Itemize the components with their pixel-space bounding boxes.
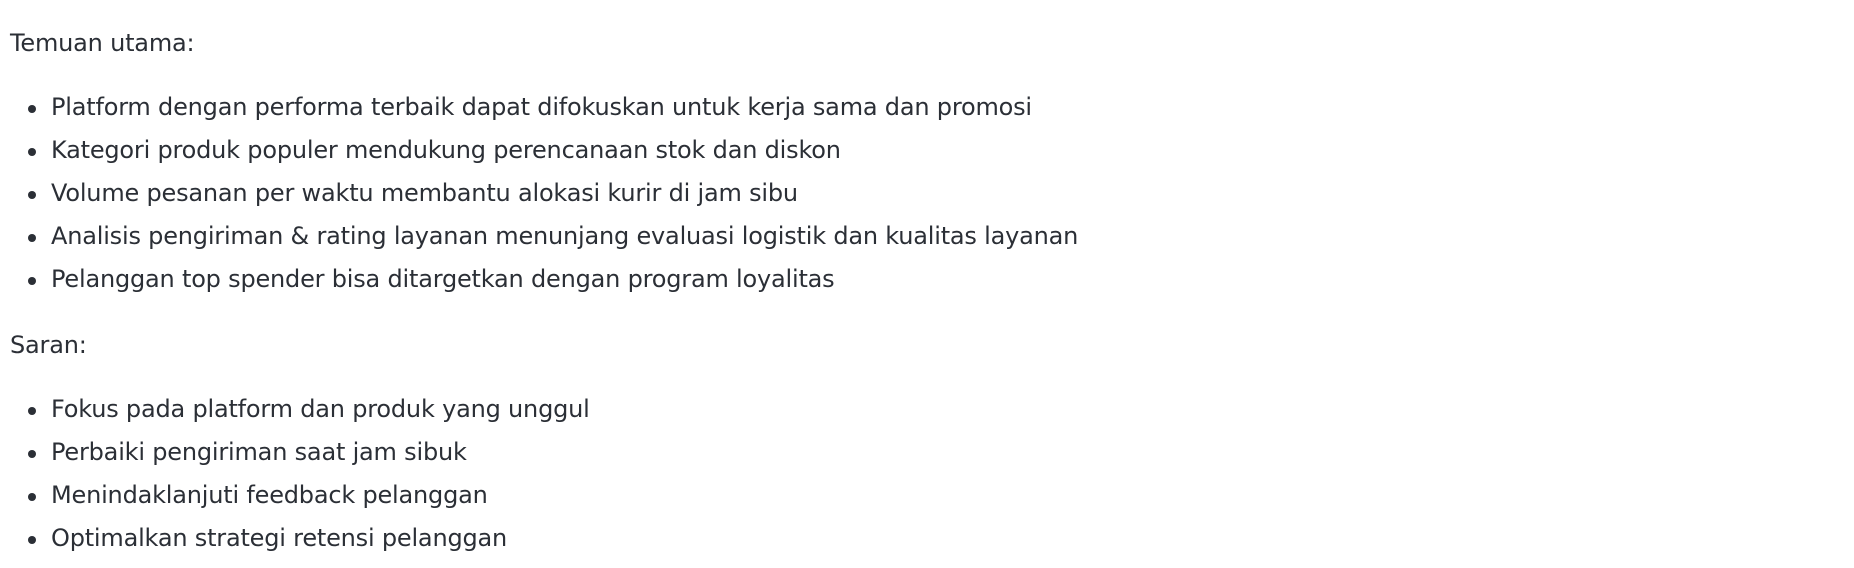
list-item-text: Kategori produk populer mendukung perenc… [51, 136, 841, 164]
bullet-icon [28, 450, 36, 458]
bullet-icon [28, 536, 36, 544]
list-item: Perbaiki pengiriman saat jam sibuk [0, 437, 590, 480]
list-item: Optimalkan strategi retensi pelanggan [0, 523, 590, 566]
list-item-text: Optimalkan strategi retensi pelanggan [51, 524, 508, 552]
list-item: Fokus pada platform dan produk yang ungg… [0, 394, 590, 437]
bullet-icon [28, 277, 36, 285]
bullet-icon [28, 493, 36, 501]
list-item: Pelanggan top spender bisa ditargetkan d… [0, 264, 1078, 307]
list-item: Volume pesanan per waktu membantu alokas… [0, 178, 1078, 221]
list-item-text: Perbaiki pengiriman saat jam sibuk [51, 438, 467, 466]
list-item: Analisis pengiriman & rating layanan men… [0, 221, 1078, 264]
list-item: Kategori produk populer mendukung perenc… [0, 135, 1078, 178]
bullet-icon [28, 148, 36, 156]
bullet-icon [28, 234, 36, 242]
findings-heading: Temuan utama: [10, 29, 195, 57]
bullet-icon [28, 191, 36, 199]
bullet-icon [28, 407, 36, 415]
list-item-text: Analisis pengiriman & rating layanan men… [51, 222, 1079, 250]
list-item: Platform dengan performa terbaik dapat d… [0, 92, 1078, 135]
list-item-text: Menindaklanjuti feedback pelanggan [51, 481, 488, 509]
list-item-text: Fokus pada platform dan produk yang ungg… [51, 395, 590, 423]
list-item-text: Pelanggan top spender bisa ditargetkan d… [51, 265, 835, 293]
suggestions-heading: Saran: [10, 331, 87, 359]
suggestions-list: Fokus pada platform dan produk yang ungg… [0, 394, 590, 566]
findings-list: Platform dengan performa terbaik dapat d… [0, 92, 1078, 307]
list-item-text: Platform dengan performa terbaik dapat d… [51, 93, 1032, 121]
bullet-icon [28, 105, 36, 113]
list-item: Menindaklanjuti feedback pelanggan [0, 480, 590, 523]
list-item-text: Volume pesanan per waktu membantu alokas… [51, 179, 798, 207]
